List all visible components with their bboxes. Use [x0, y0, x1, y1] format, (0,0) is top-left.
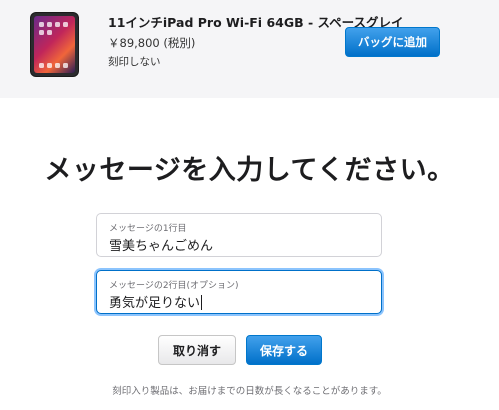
engraving-line1-field[interactable]: メッセージの1行目 雪美ちゃんごめん: [96, 213, 382, 257]
app-icon: [39, 30, 44, 35]
dock-icon: [47, 63, 52, 68]
dock-icon: [39, 63, 44, 68]
dock-icon: [55, 63, 60, 68]
add-to-bag-button[interactable]: バッグに追加: [345, 27, 440, 57]
app-icon: [63, 22, 68, 27]
save-button[interactable]: 保存する: [246, 335, 322, 365]
ipad-pro-image: [31, 13, 78, 76]
dock-icon: [63, 63, 68, 68]
product-summary-bar: 11インチiPad Pro Wi-Fi 64GB - スペースグレイ ￥89,8…: [0, 0, 499, 98]
app-icon: [47, 30, 52, 35]
engraving-line2-label: メッセージの2行目(オプション): [109, 281, 239, 291]
page-title: メッセージを入力してください。: [44, 155, 455, 186]
engraving-status: 刻印しない: [108, 56, 161, 68]
engraving-line2-field[interactable]: メッセージの2行目(オプション) 勇気が足りない: [96, 270, 382, 314]
text-caret: [201, 295, 203, 310]
engraving-line1-label: メッセージの1行目: [109, 224, 187, 234]
delivery-footnote: 刻印入り製品は、お届けまでの日数が長くなることがあります。: [112, 386, 387, 397]
cancel-button[interactable]: 取り消す: [158, 335, 236, 365]
app-icon: [55, 22, 60, 27]
engraving-line2-value: 勇気が足りない: [109, 296, 201, 311]
app-icon: [47, 22, 52, 27]
engraving-line1-value[interactable]: 雪美ちゃんごめん: [109, 235, 213, 254]
app-icon: [39, 22, 44, 27]
product-price: ￥89,800 (税別): [108, 36, 196, 50]
engraving-line2-input[interactable]: 勇気が足りない: [109, 292, 203, 311]
ipad-screen: [34, 16, 75, 73]
